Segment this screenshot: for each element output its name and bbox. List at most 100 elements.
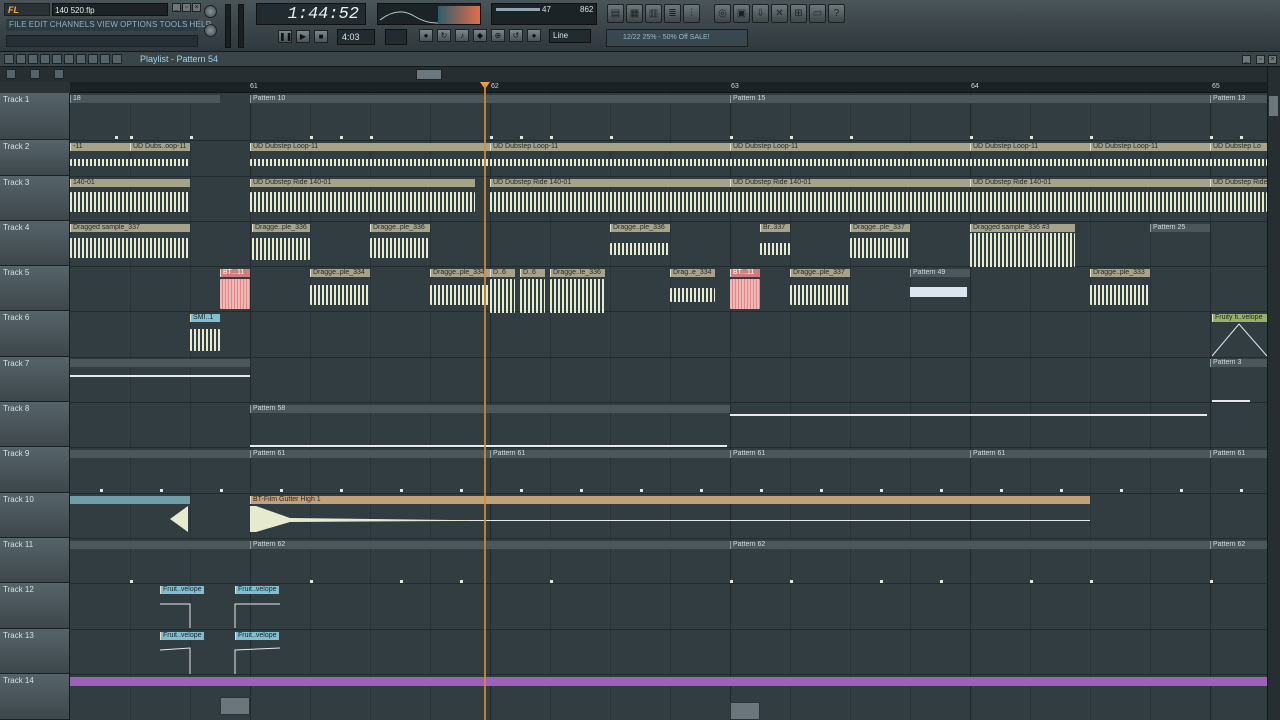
- audio-clip[interactable]: 140-01: [70, 179, 190, 187]
- snap-icon[interactable]: [30, 69, 40, 79]
- audio-clip[interactable]: Dragge..ple_336: [610, 224, 670, 232]
- master-volume-slider[interactable]: [225, 4, 231, 48]
- loop-icon[interactable]: ↻: [437, 29, 451, 42]
- pattern-clip[interactable]: Pattern 58: [250, 405, 730, 413]
- paint-icon[interactable]: [28, 54, 38, 64]
- save-icon[interactable]: ▭: [809, 4, 826, 23]
- pattern-clip[interactable]: Pattern 61: [250, 450, 490, 458]
- audio-clip[interactable]: BT...11: [220, 269, 250, 277]
- track-header[interactable]: Track 9: [0, 447, 70, 493]
- pattern-clip[interactable]: Pattern 61: [490, 450, 730, 458]
- track-header[interactable]: Track 13: [0, 629, 70, 674]
- record-audio-icon[interactable]: ▣: [733, 4, 750, 23]
- mute-tool-icon[interactable]: [52, 54, 62, 64]
- metronome-icon[interactable]: ♪: [455, 29, 469, 42]
- audio-clip[interactable]: Dragge..ple_337: [790, 269, 850, 277]
- playlist-maximize-icon[interactable]: ▫: [1256, 55, 1265, 64]
- countdown-icon[interactable]: ↺: [509, 29, 523, 42]
- audio-clip[interactable]: SMI..1: [190, 314, 220, 322]
- automation-clip[interactable]: Fruity fi..velope: [1212, 314, 1267, 322]
- menu-file[interactable]: FILE: [9, 19, 27, 31]
- audio-clip[interactable]: UD Dubstep Lo: [1210, 143, 1267, 151]
- zoom-tool-icon[interactable]: [100, 54, 110, 64]
- audio-clip[interactable]: Dragged sample_337: [70, 224, 190, 232]
- audio-clip[interactable]: Drag..e_334: [670, 269, 715, 277]
- track-header[interactable]: Track 10: [0, 493, 70, 538]
- mixer-icon[interactable]: ⫶: [683, 4, 700, 23]
- master-pitch-slider[interactable]: [238, 4, 244, 48]
- step-icon[interactable]: ◆: [473, 29, 487, 42]
- audio-clip[interactable]: Dragge..ple_336: [252, 224, 310, 232]
- snap-display[interactable]: [385, 29, 407, 45]
- audio-clip[interactable]: UD Dubstep Ride 140-01: [970, 179, 1210, 187]
- snap-mode-select[interactable]: Line: [549, 29, 591, 43]
- pattern-clip[interactable]: Pattern 10: [250, 95, 730, 103]
- master-pitch-knob[interactable]: [204, 24, 217, 37]
- select-tool-icon[interactable]: [88, 54, 98, 64]
- audio-clip[interactable]: UD Dubstep Ride 140-01: [730, 179, 970, 187]
- piano-roll-icon[interactable]: ▥: [645, 4, 662, 23]
- playlist-grid[interactable]: 18 Pattern 10 Pattern 15 Pattern 13 -11 …: [70, 93, 1267, 720]
- audio-clip[interactable]: UD Dubs..oop-11: [130, 143, 190, 151]
- audio-clip[interactable]: BT-Film Gutter High 1: [250, 496, 1090, 504]
- audio-clip[interactable]: Dragge..ple_334: [430, 269, 490, 277]
- track-header[interactable]: Track 5: [0, 266, 70, 311]
- audio-clip[interactable]: UD Dubstep Ride 140-01: [1210, 179, 1267, 187]
- play-from-icon[interactable]: [6, 69, 16, 79]
- automation-clip[interactable]: Fruit..velope: [235, 586, 279, 594]
- menu-options[interactable]: OPTIONS: [120, 19, 157, 31]
- pattern-clip[interactable]: Pattern 13: [1210, 95, 1267, 103]
- zoom-icon[interactable]: [54, 69, 64, 79]
- browser-icon[interactable]: ≣: [664, 4, 681, 23]
- automation-clip[interactable]: [70, 677, 1267, 686]
- playlist-close-icon[interactable]: ×: [1268, 55, 1277, 64]
- audio-clip[interactable]: Dragged sample_336 #3: [970, 224, 1075, 232]
- audio-clip[interactable]: Dragge..ple_334: [310, 269, 370, 277]
- audio-clip[interactable]: Dragge..le_336: [550, 269, 605, 277]
- pattern-clip[interactable]: Pattern 61: [970, 450, 1210, 458]
- vertical-scrollbar[interactable]: [1267, 67, 1280, 720]
- slice-tool-icon[interactable]: [76, 54, 86, 64]
- restore-icon[interactable]: ▫: [182, 3, 191, 12]
- track-header[interactable]: Track 6: [0, 311, 70, 357]
- export-icon[interactable]: ⇩: [752, 4, 769, 23]
- playlist-icon[interactable]: ▤: [607, 4, 624, 23]
- playback-tool-icon[interactable]: [112, 54, 122, 64]
- close-icon[interactable]: ×: [192, 3, 201, 12]
- audio-clip[interactable]: BT...11: [730, 269, 760, 277]
- track-header[interactable]: Track 3: [0, 176, 70, 221]
- audio-clip[interactable]: UD Dubstep Loop-11: [1090, 143, 1210, 151]
- pattern-clip[interactable]: 18: [70, 95, 220, 103]
- pattern-clip[interactable]: Pattern 61: [1210, 450, 1267, 458]
- audio-clip[interactable]: Dragge..ple_336: [370, 224, 430, 232]
- pause-button[interactable]: ❚❚: [278, 30, 292, 43]
- menu-view[interactable]: VIEW: [97, 19, 118, 31]
- step-sequencer-icon[interactable]: ▦: [626, 4, 643, 23]
- audio-clip[interactable]: UD Dubstep Ride 140-01: [250, 179, 475, 187]
- play-button[interactable]: ▶: [296, 30, 310, 43]
- audio-clip[interactable]: UD Dubstep Loop-11: [250, 143, 490, 151]
- track-header[interactable]: Track 7: [0, 357, 70, 402]
- pattern-clip[interactable]: Pattern 49: [910, 269, 970, 277]
- plugin-icon[interactable]: ⊞: [790, 4, 807, 23]
- track-header[interactable]: Track 14: [0, 674, 70, 720]
- slip-tool-icon[interactable]: [64, 54, 74, 64]
- audio-clip[interactable]: -11: [70, 143, 130, 151]
- pattern-clip[interactable]: Pattern 62: [730, 541, 1210, 549]
- audio-clip[interactable]: Br..337: [760, 224, 790, 232]
- tools-icon[interactable]: ✕: [771, 4, 788, 23]
- audio-clip[interactable]: UD Dubstep Loop-11: [970, 143, 1090, 151]
- blend-icon[interactable]: ⊕: [491, 29, 505, 42]
- audio-clip[interactable]: D..6: [490, 269, 515, 277]
- track-header[interactable]: Track 1: [0, 93, 70, 140]
- pattern-clip[interactable]: Pattern 62: [250, 541, 730, 549]
- playlist-minimize-icon[interactable]: _: [1242, 55, 1251, 64]
- master-volume-knob[interactable]: [204, 5, 217, 18]
- automation-clip[interactable]: Fruit..velope: [160, 586, 204, 594]
- track-header[interactable]: Track 11: [0, 538, 70, 583]
- record-icon[interactable]: ●: [527, 29, 541, 42]
- song-position-display[interactable]: 1:44:52: [256, 3, 366, 25]
- pattern-selector[interactable]: 4:03: [337, 29, 375, 45]
- pattern-clip[interactable]: Pattern 25: [1150, 224, 1210, 232]
- pattern-clip[interactable]: Pattern 3: [1210, 359, 1267, 367]
